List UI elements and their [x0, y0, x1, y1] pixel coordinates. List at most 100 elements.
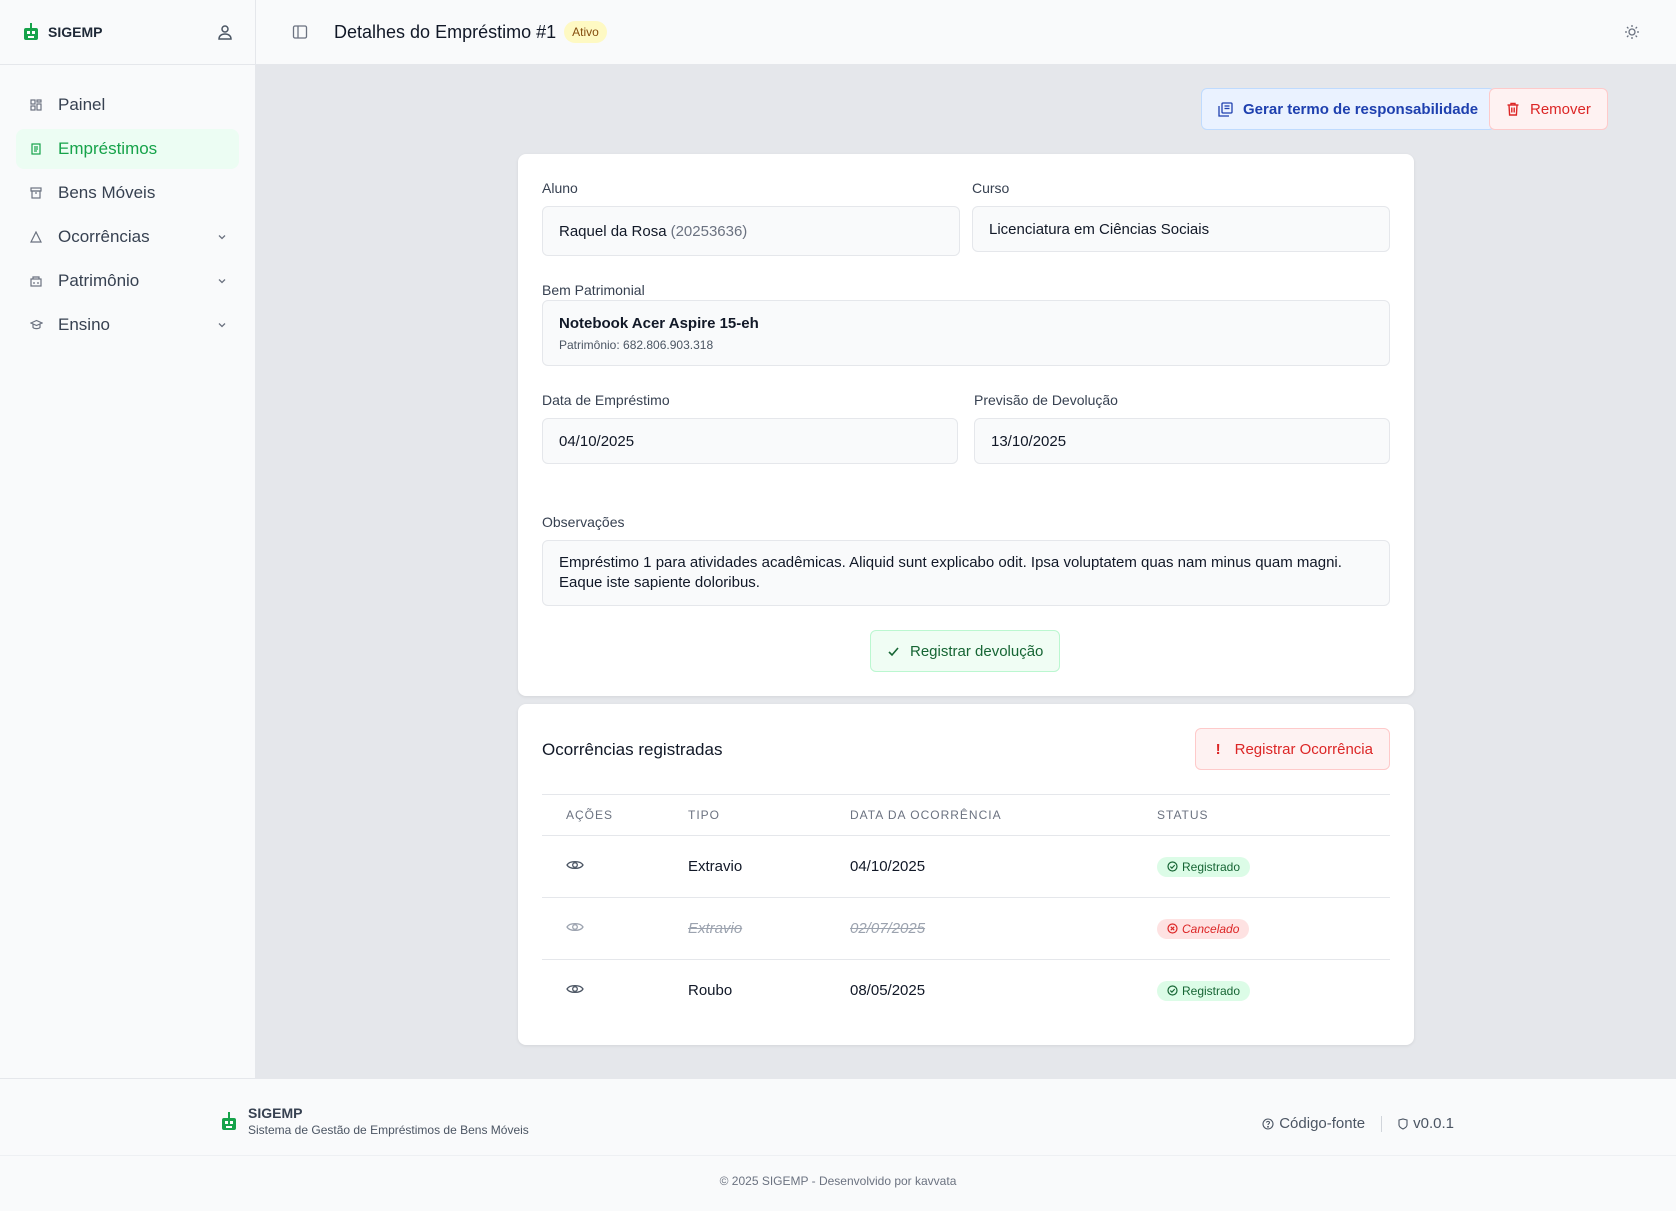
help-circle-icon: [1262, 1117, 1274, 1130]
asset-patrimony: Patrimônio: 682.806.903.318: [559, 337, 714, 352]
asset-field[interactable]: Notebook Acer Aspire 15-eh Patrimônio: 6…: [542, 300, 1390, 366]
sidebar-header: SIGEMP: [0, 0, 255, 65]
column-header-status: STATUS: [1157, 794, 1390, 836]
status-badge: Ativo: [564, 21, 607, 43]
table-row: Extravio 04/10/2025 Registrado: [542, 835, 1390, 898]
table-row: Extravio 02/07/2025 Cancelado: [542, 897, 1390, 960]
version-link[interactable]: v0.0.1: [1398, 1115, 1454, 1132]
notes-label: Observações: [542, 514, 625, 530]
status-badge: Cancelado: [1157, 918, 1250, 939]
table-row: Roubo 08/05/2025 Registrado: [542, 960, 1390, 1022]
column-header-type: TIPO: [688, 794, 850, 836]
check-circle-icon: [1167, 985, 1178, 996]
sidebar-item-painel[interactable]: Painel: [16, 85, 239, 125]
loan-details-card: Aluno Raquel da Rosa (20253636) Curso Li…: [518, 154, 1414, 696]
copyright: © 2025 SIGEMP - Desenvolvido por kavvata: [0, 1155, 1676, 1188]
return-date-label: Previsão de Devolução: [974, 392, 1118, 408]
student-id: (20253636): [670, 222, 748, 240]
occurrence-type: Extravio: [688, 858, 743, 875]
occurrences-card: Ocorrências registradas ! Registrar Ocor…: [518, 704, 1414, 1045]
occurrence-type: Roubo: [688, 982, 733, 1000]
archive-icon: [30, 187, 42, 199]
occurrence-date: 08/05/2025: [850, 982, 926, 1000]
app-name: SIGEMP: [48, 24, 103, 40]
sidebar-item-emprestimos[interactable]: Empréstimos: [16, 129, 239, 169]
asset-label: Bem Patrimonial: [542, 282, 645, 298]
x-circle-icon: [1167, 923, 1178, 934]
asset-name: Notebook Acer Aspire 15-eh: [559, 314, 759, 332]
table-header-row: AÇÕES TIPO DATA DA OCORRÊNCIA STATUS: [542, 794, 1390, 836]
occurrence-date: 04/10/2025: [850, 858, 926, 875]
footer: SIGEMP Sistema de Gestão de Empréstimos …: [0, 1078, 1676, 1211]
status-badge: Registrado: [1157, 980, 1251, 1001]
sidebar-item-label: Ocorrências: [58, 227, 150, 246]
course-field[interactable]: Licenciatura em Ciências Sociais: [972, 206, 1390, 252]
loan-date-value: 04/10/2025: [559, 432, 635, 450]
user-icon: [218, 25, 232, 40]
dashboard-icon: [30, 99, 42, 111]
receipt-icon: [31, 143, 41, 155]
exclamation-icon: !: [1215, 740, 1221, 758]
notes-line-1: Empréstimo 1 para atividades acadêmicas.…: [559, 554, 1342, 571]
user-menu-button[interactable]: [217, 24, 233, 40]
robot-logo-icon: [24, 23, 38, 40]
sidebar-item-label: Bens Móveis: [58, 183, 156, 202]
generate-term-button[interactable]: Gerar termo de responsabilidade: [1201, 88, 1496, 130]
sidebar-item-bens-moveis[interactable]: Bens Móveis: [16, 173, 239, 213]
eye-icon: [566, 985, 584, 994]
occurrences-table: AÇÕES TIPO DATA DA OCORRÊNCIA STATUS Ext…: [542, 794, 1390, 1022]
view-button[interactable]: [566, 982, 584, 999]
student-name: Raquel da Rosa: [559, 222, 667, 240]
sidebar-item-label: Ensino: [58, 315, 110, 334]
view-button[interactable]: [566, 920, 584, 937]
theme-toggle-button[interactable]: [1624, 24, 1640, 40]
robot-logo-icon: [222, 1112, 236, 1130]
chevron-down-icon: [218, 279, 226, 284]
check-circle-icon: [1167, 861, 1178, 872]
column-header-actions: AÇÕES: [542, 794, 688, 836]
occurrence-type: Extravio: [688, 920, 743, 937]
source-code-label: Código-fonte: [1279, 1115, 1366, 1132]
return-date-value: 13/10/2025: [991, 432, 1067, 450]
register-return-label: Registrar devolução: [910, 642, 1044, 660]
course-value: Licenciatura em Ciências Sociais: [989, 220, 1210, 238]
footer-brand: SIGEMP Sistema de Gestão de Empréstimos …: [220, 1105, 529, 1137]
sidebar-item-label: Painel: [58, 95, 106, 114]
eye-icon: [566, 922, 584, 932]
document-stack-icon: [1218, 101, 1233, 117]
return-date-field[interactable]: 13/10/2025: [974, 418, 1390, 464]
sidebar-toggle-button[interactable]: [292, 24, 308, 40]
warning-icon: [30, 231, 42, 243]
view-button[interactable]: [566, 858, 584, 875]
sidebar-item-patrimonio[interactable]: Patrimônio: [16, 261, 239, 301]
sidebar-item-ocorrencias[interactable]: Ocorrências: [16, 217, 239, 257]
trash-icon: [1507, 102, 1519, 116]
register-return-button[interactable]: Registrar devolução: [870, 630, 1061, 672]
loan-date-label: Data de Empréstimo: [542, 392, 670, 408]
source-code-link[interactable]: Código-fonte: [1262, 1115, 1365, 1132]
chevron-down-icon: [218, 235, 226, 240]
page-title: Detalhes do Empréstimo #1: [334, 21, 557, 42]
loan-date-field[interactable]: 04/10/2025: [542, 418, 958, 464]
remove-label: Remover: [1530, 100, 1591, 118]
sidebar: SIGEMP Painel Empréstimos Bens Móveis Oc…: [0, 0, 256, 1078]
register-occurrence-button[interactable]: ! Registrar Ocorrência: [1194, 728, 1390, 770]
chevron-down-icon: [218, 323, 226, 328]
footer-description: Sistema de Gestão de Empréstimos de Bens…: [248, 1123, 529, 1137]
notes-line-2: Eaque iste sapiente doloribus.: [559, 574, 760, 591]
tag-icon: [1398, 1117, 1408, 1130]
occurrence-date: 02/07/2025: [850, 920, 926, 937]
student-field[interactable]: Raquel da Rosa (20253636): [542, 206, 960, 256]
graduation-cap-icon: [29, 319, 43, 330]
version-label: v0.0.1: [1413, 1115, 1454, 1132]
notes-field[interactable]: Empréstimo 1 para atividades acadêmicas.…: [542, 540, 1390, 606]
app-logo[interactable]: SIGEMP: [22, 22, 102, 42]
building-icon: [30, 276, 42, 287]
generate-term-label: Gerar termo de responsabilidade: [1243, 100, 1479, 118]
remove-button[interactable]: Remover: [1489, 88, 1608, 130]
divider: [1381, 1115, 1383, 1132]
sidebar-nav: Painel Empréstimos Bens Móveis Ocorrênci…: [0, 65, 255, 369]
check-icon: [888, 646, 899, 656]
sidebar-item-ensino[interactable]: Ensino: [16, 305, 239, 345]
column-header-date: DATA DA OCORRÊNCIA: [850, 794, 1157, 836]
